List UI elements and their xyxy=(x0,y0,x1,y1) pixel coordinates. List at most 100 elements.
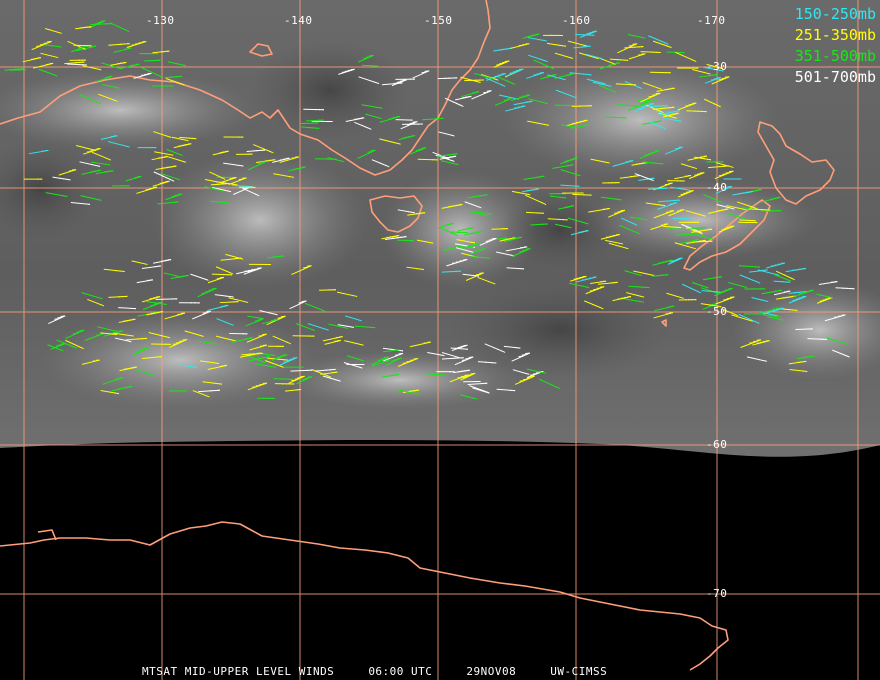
wind-barb-feather xyxy=(651,151,656,153)
wind-barb-feather xyxy=(100,20,106,22)
wind-barb-feather xyxy=(728,170,734,173)
wind-barb-feather xyxy=(106,157,108,160)
wind-barb-feather xyxy=(718,174,724,177)
wind-barb-feather xyxy=(637,86,640,88)
wind-barb-feather xyxy=(391,359,397,362)
wind-barb-feather xyxy=(755,280,757,283)
wind-barb-feather xyxy=(716,104,719,107)
wind-barb-feather xyxy=(280,315,286,318)
wind-barb-feather xyxy=(60,315,66,317)
wind-barb-feather xyxy=(632,43,638,45)
wind-barb-feather xyxy=(298,301,304,304)
wind-barb-feather xyxy=(678,146,683,148)
wind-barb-feather xyxy=(496,348,499,350)
wind-barb-feather xyxy=(672,259,678,262)
wind-barb-staff xyxy=(672,217,691,220)
wind-barb-feather xyxy=(88,98,91,100)
wind-barb-feather xyxy=(409,122,415,124)
wind-barb-staff xyxy=(397,239,414,242)
wind-barb-feather xyxy=(748,278,750,280)
wind-barb-feather xyxy=(699,292,702,294)
wind-barb-feather xyxy=(728,311,730,313)
wind-barb-staff xyxy=(315,158,337,160)
wind-barb-feather xyxy=(144,347,150,349)
wind-barb-feather xyxy=(141,348,147,351)
wind-barb-feather xyxy=(97,21,103,24)
wind-barb-feather xyxy=(549,66,551,68)
wind-barb-feather xyxy=(453,233,456,236)
wind-barb-feather xyxy=(211,287,217,290)
wind-barb-feather xyxy=(286,359,292,362)
wind-barb-feather xyxy=(223,321,226,323)
wind-barb-feather xyxy=(450,232,453,234)
wind-barb-feather xyxy=(620,209,625,212)
wind-barb-feather xyxy=(57,316,63,319)
wind-barb-feather xyxy=(412,121,418,123)
wind-barb-feather xyxy=(92,99,94,102)
wind-barb-feather xyxy=(377,359,383,361)
wind-barb-feather xyxy=(159,75,162,78)
wind-barb-feather xyxy=(551,384,554,387)
wind-barb-feather xyxy=(205,290,210,293)
wind-barb-feather xyxy=(721,77,727,80)
wind-barb-staff xyxy=(457,246,474,248)
wind-barb-feather xyxy=(680,193,686,196)
wind-barb-feather xyxy=(602,308,604,310)
wind-barb-feather xyxy=(257,194,260,197)
wind-barb-feather xyxy=(258,335,264,337)
product-name: MTSAT MID-UPPER LEVEL WINDS xyxy=(142,665,335,678)
wind-barb-feather xyxy=(503,351,506,353)
wind-barb-feather xyxy=(397,357,402,359)
wind-barb-staff xyxy=(450,231,468,234)
wind-barb-feather xyxy=(628,44,634,47)
wind-barb-feather xyxy=(301,378,307,381)
wind-barb-feather xyxy=(364,126,366,128)
wind-barb-feather xyxy=(652,94,657,96)
wind-barb-feather xyxy=(228,271,231,274)
wind-barb-feather xyxy=(545,64,548,67)
wind-barb-feather xyxy=(306,265,312,267)
wind-barb-feather xyxy=(504,60,510,62)
wind-barb-feather xyxy=(223,269,225,271)
wind-barb-feather xyxy=(254,193,257,196)
wind-barb-feather xyxy=(299,375,305,378)
wind-barb-feather xyxy=(694,60,697,63)
wind-barb-feather xyxy=(304,377,310,380)
wind-barb-feather xyxy=(455,102,458,105)
wind-barb-feather xyxy=(641,106,647,108)
wind-barb-feather xyxy=(661,126,664,129)
wind-barb-staff xyxy=(571,105,592,107)
wind-barb-staff xyxy=(795,328,813,331)
wind-barb-feather xyxy=(493,347,495,349)
wind-barb-feather xyxy=(754,320,757,323)
wind-barb-staff xyxy=(417,158,438,161)
wind-barb-feather xyxy=(659,110,661,112)
wind-barb-feather xyxy=(202,312,208,314)
legend-entry: 150-250mb xyxy=(794,5,876,23)
wind-barb-feather xyxy=(289,358,295,360)
wind-barb-feather xyxy=(366,56,371,58)
wind-barb-feather xyxy=(367,151,373,153)
wind-barb-feather xyxy=(503,99,509,101)
wind-barb-feather xyxy=(179,340,184,343)
wind-barb-feather xyxy=(686,191,691,193)
wind-barb-feather xyxy=(693,289,695,291)
wind-barb-feather xyxy=(370,149,376,152)
wind-barb-feather xyxy=(500,350,502,352)
legend-entry: 251-350mb xyxy=(794,26,876,44)
wind-barb-feather xyxy=(501,61,507,64)
wind-barb-feather xyxy=(370,128,372,130)
wind-barb-feather xyxy=(95,101,98,103)
wind-barb-feather xyxy=(720,201,722,203)
latitude-label: -30 xyxy=(706,60,728,73)
antarctica-coast xyxy=(0,521,729,671)
product-source: UW-CIMSS xyxy=(550,665,608,678)
wind-barb-feather xyxy=(307,376,313,378)
wind-barb-feather xyxy=(118,26,120,28)
wind-barb-feather xyxy=(541,202,543,204)
wind-barb-feather xyxy=(677,257,683,260)
wind-barb-feather xyxy=(522,249,528,252)
wind-barb-staff xyxy=(491,228,508,230)
product-time: 06:00 UTC xyxy=(368,665,433,678)
wind-barb-feather xyxy=(379,162,381,164)
